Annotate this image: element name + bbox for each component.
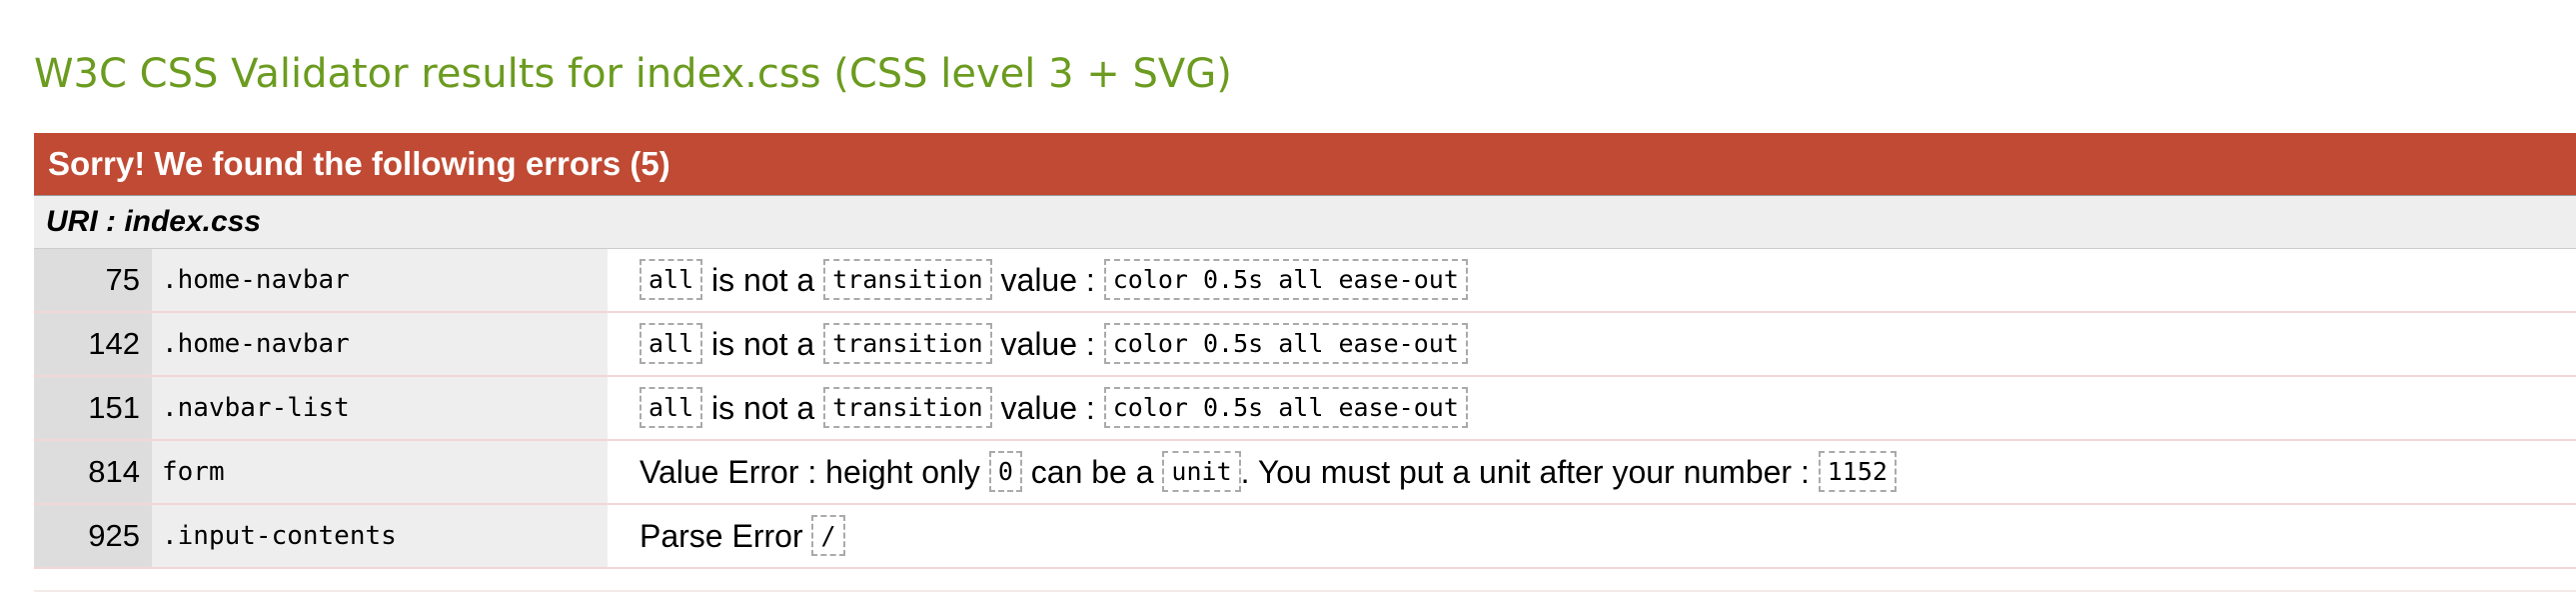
code-snippet: transition [823,323,992,365]
error-row: 925 .input-contents Parse Error / [34,505,2576,569]
error-context: form [152,441,608,503]
error-context: .input-contents [152,505,608,567]
error-row: 151 .navbar-list all is not a transition… [34,377,2576,441]
message-text: is not a [702,262,824,298]
code-snippet: unit [1162,451,1241,493]
error-message: Value Error : height only 0 can be a uni… [640,441,2576,503]
code-snippet: 1152 [1818,451,1897,493]
code-snippet: color 0.5s all ease-out [1103,259,1468,301]
line-number: 151 [34,377,152,439]
code-snippet: transition [823,259,992,301]
errors-table: 75 .home-navbar all is not a transition … [34,249,2576,569]
error-message: all is not a transition value : color 0.… [640,377,2576,439]
error-context: .navbar-list [152,377,608,439]
message-text: value : [991,262,1104,298]
code-snippet: color 0.5s all ease-out [1103,323,1468,365]
message-text: can be a [1021,454,1163,490]
code-snippet: 0 [988,451,1022,493]
error-message: Parse Error / [640,505,2576,567]
message-text: is not a [702,390,824,426]
message-text: Parse Error [640,518,812,554]
message-text: . You must put a unit after your number … [1240,454,1819,490]
code-snippet: / [811,515,845,557]
code-snippet: all [640,387,703,429]
errors-header: Sorry! We found the following errors (5) [34,133,2576,195]
code-snippet: color 0.5s all ease-out [1103,387,1468,429]
error-row: 142 .home-navbar all is not a transition… [34,313,2576,377]
error-row: 814 form Value Error : height only 0 can… [34,441,2576,505]
code-snippet: transition [823,387,992,429]
uri-label: URI : index.css [34,195,2576,249]
line-number: 142 [34,313,152,375]
message-text: value : [991,390,1104,426]
line-number: 814 [34,441,152,503]
message-text: Value Error : height only [640,454,989,490]
error-row: 75 .home-navbar all is not a transition … [34,249,2576,313]
code-snippet: all [640,323,703,365]
error-context: .home-navbar [152,313,608,375]
page-title: W3C CSS Validator results for index.css … [34,51,1232,97]
error-message: all is not a transition value : color 0.… [640,249,2576,311]
code-snippet: all [640,259,703,301]
message-text: is not a [702,326,824,362]
section-divider [34,590,2576,592]
line-number: 75 [34,249,152,311]
error-message: all is not a transition value : color 0.… [640,313,2576,375]
message-text: value : [991,326,1104,362]
error-context: .home-navbar [152,249,608,311]
line-number: 925 [34,505,152,567]
